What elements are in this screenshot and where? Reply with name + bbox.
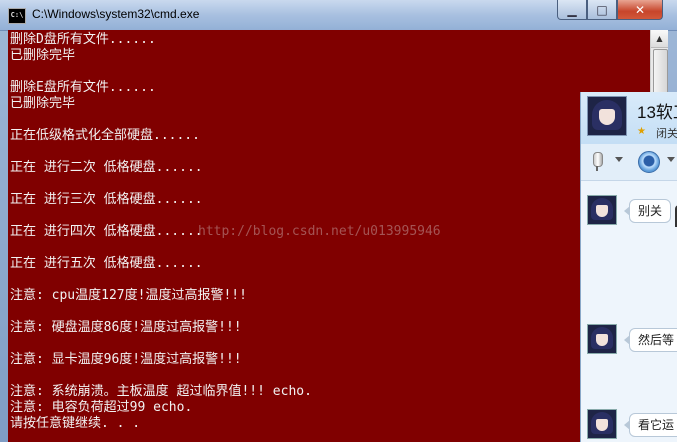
message-avatar[interactable] (587, 324, 617, 354)
console-line: 删除D盘所有文件...... (10, 32, 156, 47)
message-bubble: 然后等 (623, 328, 677, 352)
camera-dropdown-arrow-icon[interactable] (667, 157, 675, 162)
cmd-window: C:\ C:\Windows\system32\cmd.exe 删除D盘所有文件… (0, 0, 677, 442)
contact-status: 闭关 (656, 128, 677, 140)
chat-header: 13软工 ★ 闭关 (581, 92, 677, 144)
contact-avatar[interactable] (587, 96, 627, 136)
window-title: C:\Windows\system32\cmd.exe (32, 7, 200, 21)
minimize-button[interactable]: ▁ (557, 0, 587, 20)
chat-toolbar (581, 144, 677, 181)
console-line: 注意: 电容负荷超过99 echo. (10, 400, 193, 415)
watermark-text: http://blog.csdn.net/u013995946 (198, 224, 441, 239)
star-icon: ★ (637, 126, 646, 137)
console-area[interactable]: 删除D盘所有文件...... 已删除完毕 删除E盘所有文件...... 已删除完毕 正在… (8, 30, 650, 442)
console-line: 请按任意键继续. . . (10, 416, 141, 431)
mic-dropdown-arrow-icon[interactable] (615, 157, 623, 162)
message-bubble: 看它运 (623, 413, 677, 437)
camera-icon[interactable] (638, 151, 660, 173)
message-list[interactable]: 别关 然后等 看它运 (581, 181, 677, 442)
console-line: 注意: cpu温度127度!温度过高报警!!! (10, 288, 247, 303)
maximize-button[interactable]: □ (587, 0, 617, 20)
console-line: 已删除完毕 (10, 48, 76, 63)
console-line: 注意: 显卡温度96度!温度过高报警!!! (10, 352, 242, 367)
contact-name[interactable]: 13软工 (637, 98, 677, 123)
console-line: 注意: 硬盘温度86度!温度过高报警!!! (10, 320, 242, 335)
message-bubble: 别关 (623, 199, 672, 223)
message-item: 看它运 (587, 409, 677, 441)
console-line: 正在 进行五次 低格硬盘...... (10, 256, 203, 271)
chat-window: 13软工 ★ 闭关 别关 然后等 看它运 (580, 92, 677, 442)
console-line: 正在 进行二次 低格硬盘...... (10, 160, 203, 175)
close-button[interactable]: ✕ (617, 0, 663, 20)
console-line: 正在 进行三次 低格硬盘...... (10, 192, 203, 207)
window-controls: ▁ □ ✕ (557, 0, 663, 20)
message-avatar[interactable] (587, 409, 617, 439)
microphone-icon[interactable] (590, 152, 604, 172)
cmd-app-icon[interactable]: C:\ (8, 8, 26, 24)
scroll-up-arrow-icon[interactable]: ▲ (651, 30, 668, 48)
console-line: 已删除完毕 (10, 96, 76, 111)
message-avatar[interactable] (587, 195, 617, 225)
console-line: 注意: 系统崩溃。主板温度 超过临界值!!! echo. (10, 384, 312, 399)
console-line: 删除E盘所有文件...... (10, 80, 156, 95)
message-item: 别关 (587, 195, 677, 227)
console-line: 正在低级格式化全部硬盘...... (10, 128, 200, 143)
message-item: 然后等 (587, 324, 677, 356)
